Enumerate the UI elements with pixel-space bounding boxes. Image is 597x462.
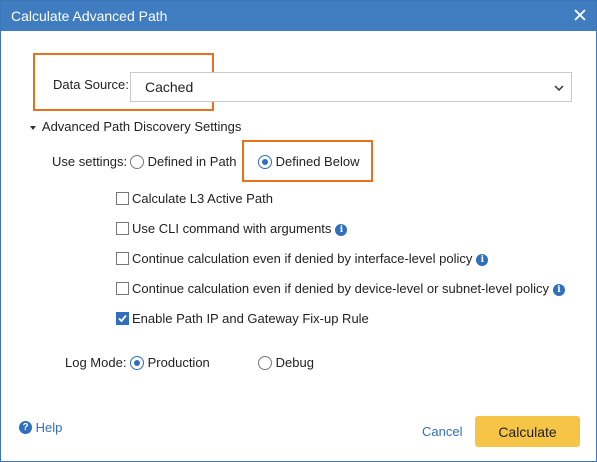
- checkbox-l3-active-path[interactable]: [116, 192, 129, 205]
- calculate-advanced-path-dialog: Calculate Advanced Path Data Source: Cac…: [0, 0, 597, 462]
- radio-production[interactable]: Production: [130, 354, 210, 370]
- checkbox-l3-active-path-label: Calculate L3 Active Path: [132, 191, 273, 206]
- log-mode-label: Log Mode:: [65, 355, 127, 370]
- checkbox-device-subnet-policy-label: Continue calculation even if denied by d…: [132, 281, 549, 296]
- close-icon[interactable]: [572, 7, 588, 23]
- checkbox-cli-command[interactable]: [116, 222, 129, 235]
- radio-defined-in-path-label: Defined in Path: [147, 154, 237, 170]
- checkbox-interface-policy-row: Continue calculation even if denied by i…: [132, 251, 489, 266]
- radio-defined-below-circle: [258, 154, 272, 169]
- radio-production-circle: [130, 355, 144, 370]
- radio-defined-in-path-circle: [130, 154, 144, 169]
- cancel-button[interactable]: Cancel: [422, 424, 462, 439]
- radio-debug[interactable]: Debug: [258, 354, 314, 370]
- checkbox-fixup-rule[interactable]: [116, 312, 129, 325]
- checkbox-interface-policy-label: Continue calculation even if denied by i…: [132, 251, 473, 266]
- radio-defined-below[interactable]: Defined Below: [258, 153, 359, 169]
- help-label: Help: [35, 420, 63, 436]
- dialog-title: Calculate Advanced Path: [11, 8, 168, 24]
- checkmark-icon: [118, 314, 127, 323]
- checkbox-cli-command-row: Use CLI command with arguments i: [132, 221, 348, 236]
- help-link[interactable]: ? Help: [19, 419, 62, 435]
- info-icon[interactable]: i: [476, 253, 489, 266]
- checkbox-device-subnet-policy-row: Continue calculation even if denied by d…: [132, 281, 565, 296]
- radio-production-label: Production: [147, 355, 210, 371]
- checkbox-cli-command-label: Use CLI command with arguments: [132, 221, 332, 236]
- checkbox-fixup-rule-label: Enable Path IP and Gateway Fix-up Rule: [132, 311, 369, 326]
- radio-debug-label: Debug: [275, 355, 314, 371]
- checkbox-device-subnet-policy[interactable]: [116, 282, 129, 295]
- calculate-button[interactable]: Calculate: [475, 416, 580, 447]
- use-settings-label: Use settings:: [52, 154, 128, 169]
- advanced-settings-toggle[interactable]: Advanced Path Discovery Settings: [29, 119, 241, 134]
- data-source-value: Cached: [145, 79, 194, 95]
- radio-defined-below-label: Defined Below: [275, 154, 360, 170]
- radio-debug-circle: [258, 355, 272, 370]
- help-icon: ?: [19, 421, 32, 435]
- info-icon[interactable]: i: [552, 283, 565, 296]
- caret-down-icon: [30, 125, 36, 130]
- data-source-select[interactable]: Cached: [130, 72, 572, 102]
- title-bar: Calculate Advanced Path: [1, 1, 596, 31]
- data-source-label: Data Source:: [53, 77, 129, 92]
- radio-defined-in-path[interactable]: Defined in Path: [130, 153, 237, 169]
- checkbox-interface-policy[interactable]: [116, 252, 129, 265]
- section-title: Advanced Path Discovery Settings: [41, 119, 242, 134]
- info-icon[interactable]: i: [335, 223, 348, 236]
- chevron-down-icon: [554, 85, 564, 92]
